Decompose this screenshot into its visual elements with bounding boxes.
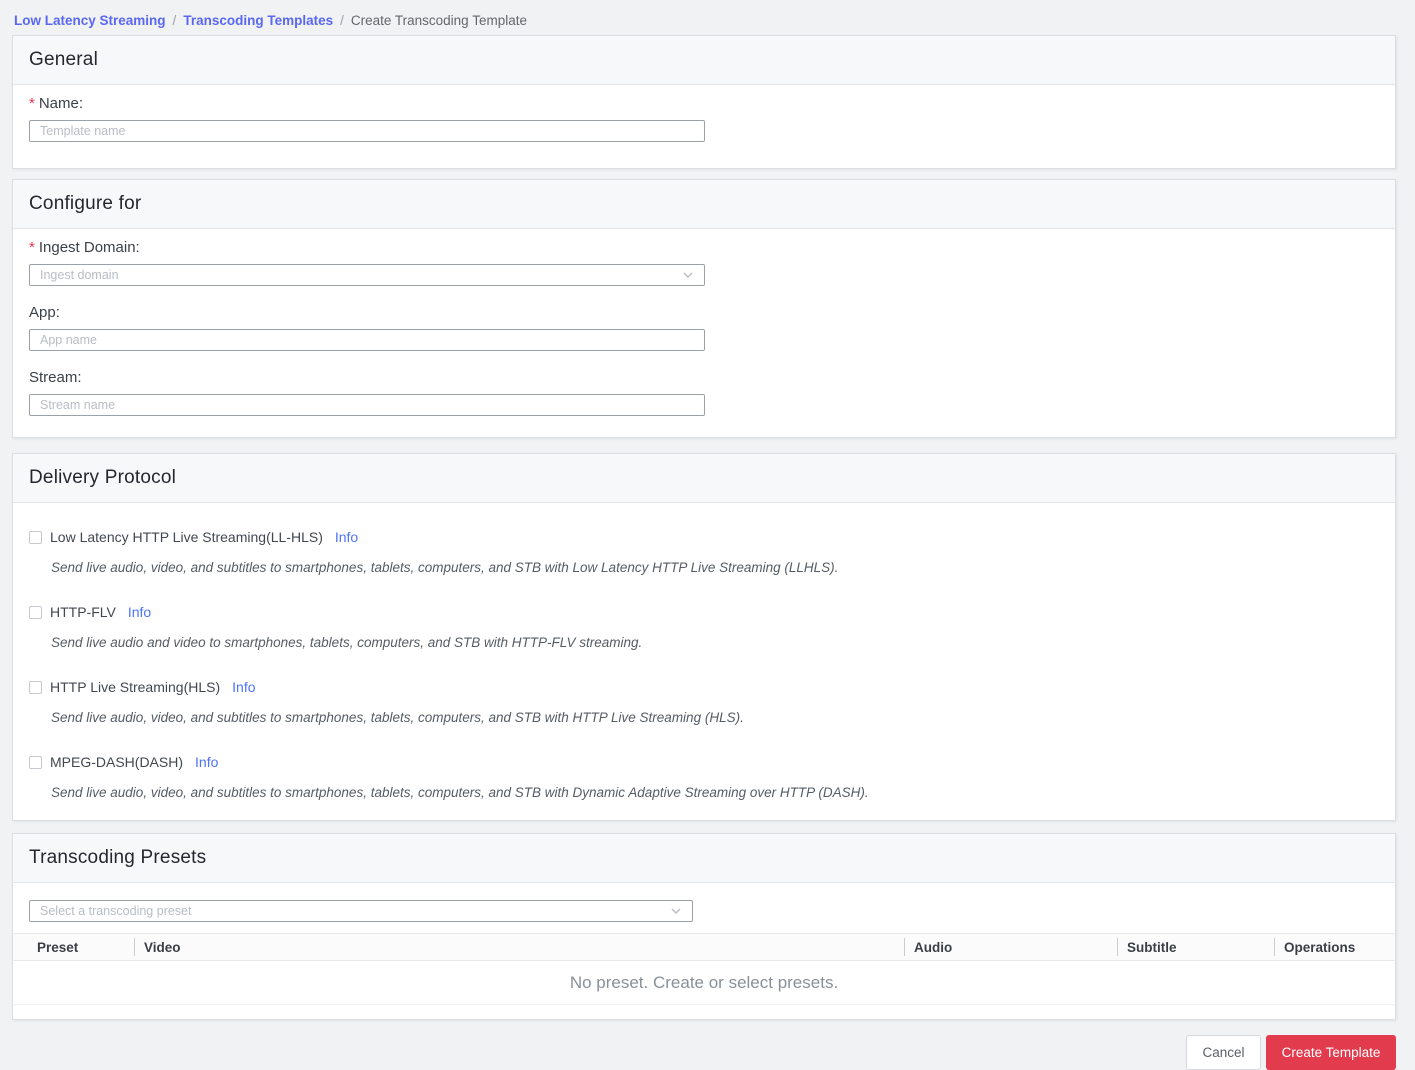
column-header-preset: Preset [37,939,79,955]
delivery-protocol-section: Delivery Protocol Low Latency HTTP Live … [12,453,1396,821]
required-asterisk: * [29,95,35,112]
llhls-checkbox[interactable] [29,530,42,544]
column-header-subtitle: Subtitle [1117,934,1274,960]
http-flv-info-link[interactable]: Info [128,604,151,620]
http-flv-label: HTTP-FLV [50,604,116,620]
protocol-hls: HTTP Live Streaming(HLS) Info Send live … [29,679,1379,725]
chevron-down-icon [671,908,681,914]
hls-description: Send live audio, video, and subtitles to… [51,710,744,725]
chevron-down-icon [683,272,693,278]
breadcrumb-current-page: Create Transcoding Template [350,12,527,28]
transcoding-presets-section: Transcoding Presets Select a transcoding… [12,833,1396,1020]
http-flv-checkbox[interactable] [29,605,42,619]
llhls-description: Send live audio, video, and subtitles to… [51,560,839,575]
hls-checkbox[interactable] [29,680,42,694]
llhls-info-link[interactable]: Info [335,529,358,545]
ingest-domain-label: * Ingest Domain: [29,239,1379,256]
ingest-domain-select[interactable]: Ingest domain [29,264,705,286]
template-name-input[interactable] [29,120,705,142]
breadcrumb-link-transcoding-templates[interactable]: Transcoding Templates [183,13,333,28]
stream-name-input[interactable] [29,394,705,416]
breadcrumb-separator: / [172,12,177,28]
transcoding-presets-section-title: Transcoding Presets [13,834,1395,883]
ingest-domain-label-text: Ingest Domain: [38,239,140,256]
breadcrumb: Low Latency Streaming / Transcoding Temp… [0,0,1415,35]
configure-for-section: Configure for * Ingest Domain: Ingest dom… [12,179,1396,438]
column-header-video: Video [134,934,904,960]
presets-table-header: Preset Video Audio Subtitle Operations [13,933,1395,961]
required-asterisk: * [29,239,35,256]
hls-info-link[interactable]: Info [232,679,255,695]
configure-for-section-title: Configure for [13,180,1395,229]
app-name-input[interactable] [29,329,705,351]
breadcrumb-separator: / [340,12,344,28]
name-label-text: Name: [38,95,84,112]
mpeg-dash-description: Send live audio, video, and subtitles to… [51,785,869,800]
app-label: App: [29,304,60,321]
delivery-protocol-section-title: Delivery Protocol [13,454,1395,503]
presets-table: Preset Video Audio Subtitle Operations N… [13,933,1395,1005]
protocol-http-flv: HTTP-FLV Info Send live audio and video … [29,604,1379,650]
mpeg-dash-checkbox[interactable] [29,755,42,769]
column-header-operations: Operations [1274,934,1395,960]
mpeg-dash-info-link[interactable]: Info [195,754,218,770]
breadcrumb-link-low-latency-streaming[interactable]: Low Latency Streaming [14,13,166,28]
transcoding-preset-placeholder: Select a transcoding preset [40,904,192,918]
create-template-button[interactable]: Create Template [1266,1035,1396,1070]
ingest-domain-placeholder: Ingest domain [40,268,119,282]
form-footer: Cancel Create Template [0,1035,1396,1070]
stream-label: Stream: [29,369,82,386]
presets-table-empty-state: No preset. Create or select presets. [13,961,1395,1005]
llhls-label: Low Latency HTTP Live Streaming(LL-HLS) [50,529,323,545]
http-flv-description: Send live audio and video to smartphones… [51,635,643,650]
general-section: General * Name: [12,35,1396,169]
protocol-llhls: Low Latency HTTP Live Streaming(LL-HLS) … [29,529,1379,575]
name-label: * Name: [29,95,1379,112]
general-section-title: General [13,36,1395,85]
transcoding-preset-select[interactable]: Select a transcoding preset [29,900,693,922]
column-header-audio: Audio [904,934,1117,960]
protocol-mpeg-dash: MPEG-DASH(DASH) Info Send live audio, vi… [29,754,1379,800]
hls-label: HTTP Live Streaming(HLS) [50,679,221,695]
cancel-button[interactable]: Cancel [1186,1035,1261,1070]
mpeg-dash-label: MPEG-DASH(DASH) [50,754,184,770]
